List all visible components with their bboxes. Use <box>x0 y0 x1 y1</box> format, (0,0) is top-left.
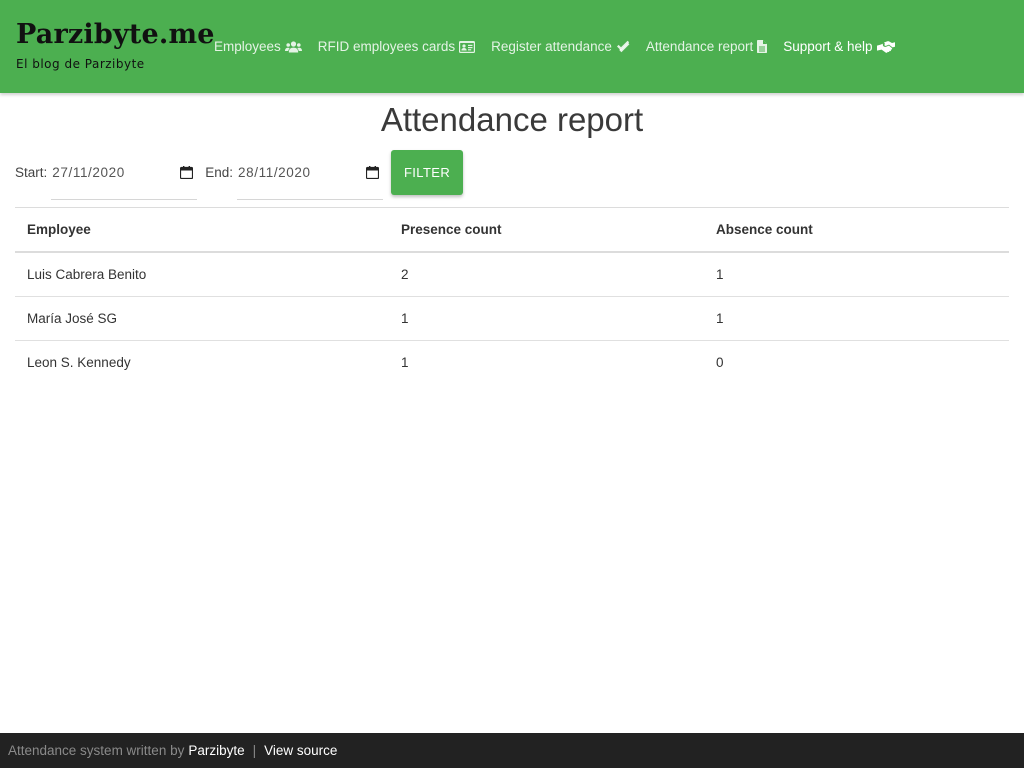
calendar-icon[interactable] <box>365 166 380 180</box>
end-date-label: End: <box>205 165 234 180</box>
column-header-employee: Employee <box>27 222 91 237</box>
brand-subtitle: El blog de Parzibyte <box>16 57 145 71</box>
hands-helping-icon <box>876 40 895 53</box>
table-row: Leon S. Kennedy 1 0 <box>15 341 1009 385</box>
nav-item-support-help[interactable]: Support & help <box>783 39 895 54</box>
nav-item-label: Register attendance <box>491 39 612 54</box>
nav-item-label: Attendance report <box>645 39 754 54</box>
column-header-presence-count: Presence count <box>401 222 502 237</box>
filter-form: Start: 27/11/2020 End: 28/11/2020 Filter <box>15 150 464 200</box>
absence-count-cell: 1 <box>716 311 724 326</box>
presence-count-cell: 1 <box>401 311 409 326</box>
view-source-link[interactable]: View source <box>264 743 337 758</box>
calendar-icon[interactable] <box>180 166 194 180</box>
nav-item-label: Support & help <box>783 39 873 54</box>
end-date-input[interactable]: 28/11/2020 <box>237 150 384 200</box>
nav-item-employees[interactable]: Employees <box>214 39 302 54</box>
nav-item-attendance-report[interactable]: Attendance report <box>645 39 768 54</box>
absence-count-cell: 1 <box>716 267 724 282</box>
double-check-icon <box>616 40 630 53</box>
navbar: Parzibyte.me El blog de Parzibyte Employ… <box>0 0 1024 93</box>
file-icon <box>757 40 768 53</box>
table-row: María José SG 1 1 <box>15 297 1009 341</box>
presence-count-cell: 1 <box>401 355 409 370</box>
footer-text: Attendance system written by <box>8 743 185 758</box>
nav-item-label: Employees <box>214 39 281 54</box>
start-date-input[interactable]: 27/11/2020 <box>51 150 198 200</box>
presence-count-cell: 2 <box>401 267 409 282</box>
start-date-value: 27/11/2020 <box>52 165 125 180</box>
end-date-value: 28/11/2020 <box>238 165 311 180</box>
employee-name-cell: María José SG <box>27 311 118 326</box>
table-row: Luis Cabrera Benito 2 1 <box>15 252 1009 297</box>
users-icon <box>284 40 302 53</box>
absence-count-cell: 0 <box>716 355 724 370</box>
nav-item-label: RFID employees cards <box>317 39 456 54</box>
start-date-label: Start: <box>15 165 48 180</box>
nav-item-rfid-cards[interactable]: RFID employees cards <box>317 39 476 54</box>
employee-name-cell: Leon S. Kennedy <box>27 355 131 370</box>
brand-title: Parzibyte.me <box>16 19 215 50</box>
footer-separator: | <box>252 743 257 758</box>
id-card-icon <box>459 40 476 53</box>
footer: Attendance system written by Parzibyte |… <box>0 733 1024 768</box>
author-link[interactable]: Parzibyte <box>188 743 244 758</box>
attendance-table: Employee Presence count Absence count Lu… <box>15 207 1009 384</box>
page-title: Attendance report <box>380 101 644 138</box>
filter-button[interactable]: Filter <box>391 150 464 195</box>
column-header-absence-count: Absence count <box>716 222 813 237</box>
nav-menu: Employees RFID employees cards Register … <box>214 0 911 93</box>
nav-item-register-attendance[interactable]: Register attendance <box>491 39 630 54</box>
table-header-row: Employee Presence count Absence count <box>15 207 1009 252</box>
brand-link[interactable]: Parzibyte.me El blog de Parzibyte <box>16 18 215 72</box>
employee-name-cell: Luis Cabrera Benito <box>27 267 147 282</box>
